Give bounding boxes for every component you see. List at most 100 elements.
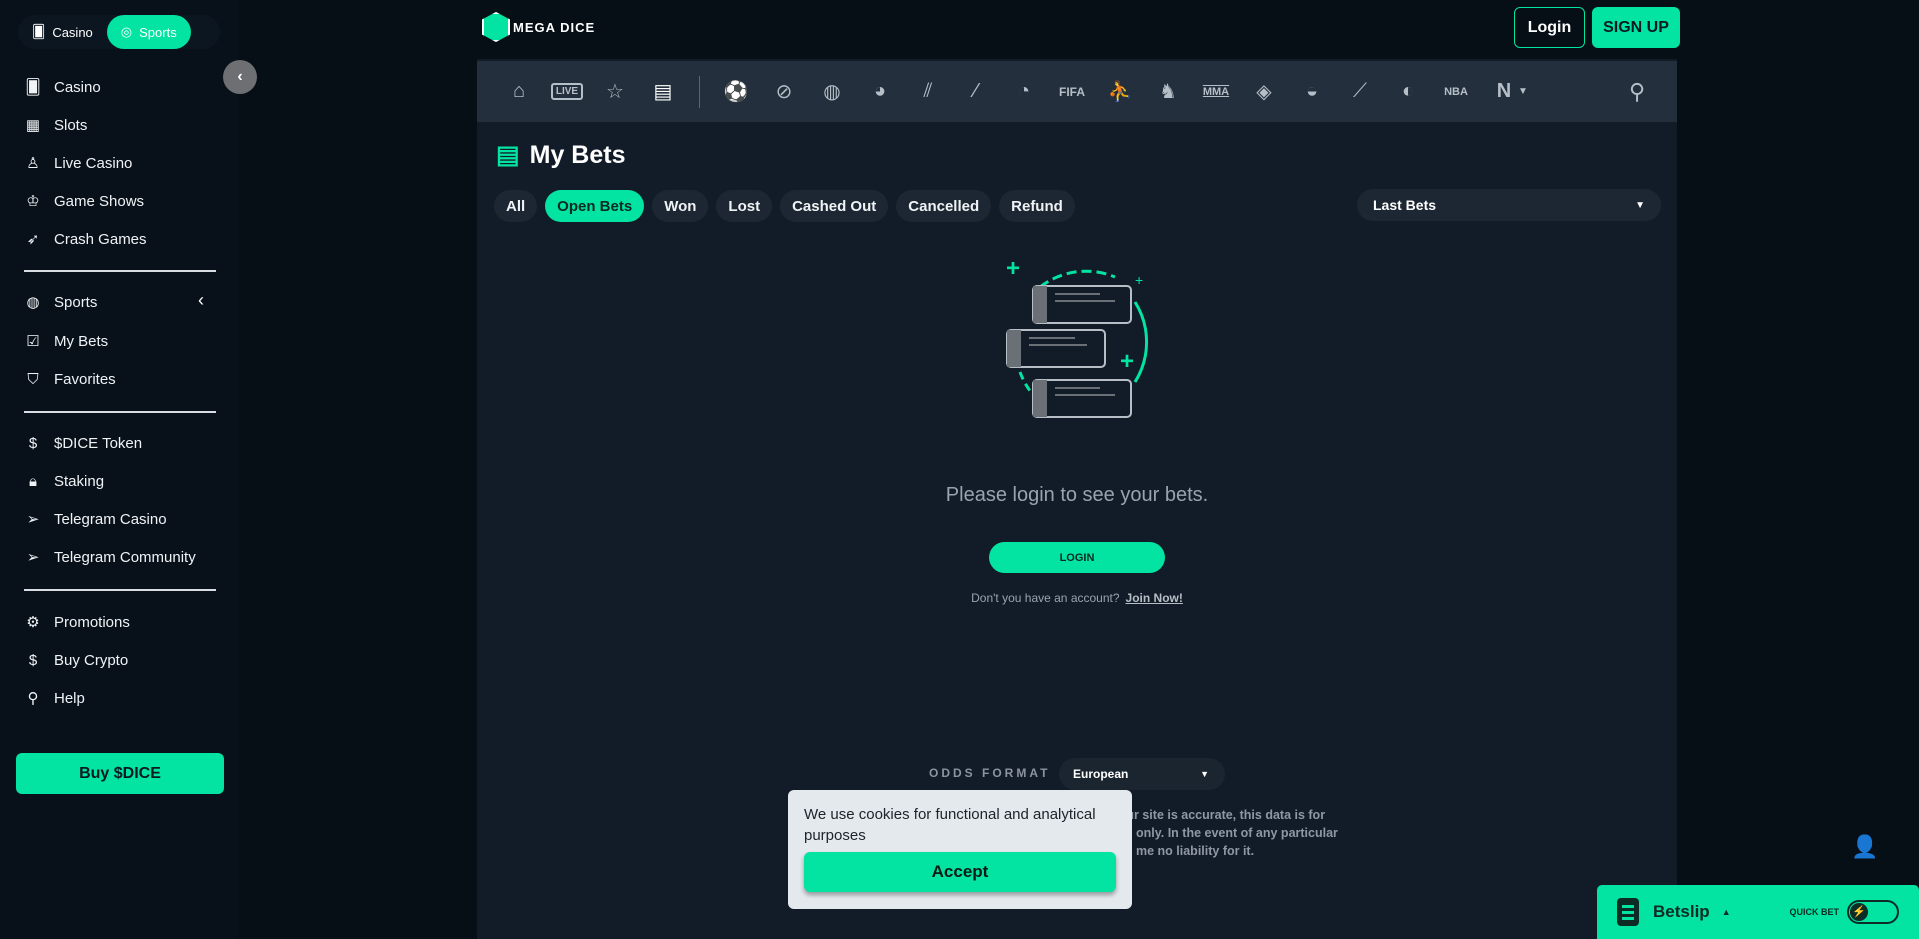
sidebar-item-live-casino[interactable]: ♙ Live Casino bbox=[22, 151, 217, 175]
boxing-icon[interactable]: ◈ bbox=[1240, 79, 1288, 104]
more-sports-chevron-icon[interactable]: ▼ bbox=[1518, 86, 1528, 97]
no-account-text: Don't you have an account? bbox=[971, 591, 1120, 605]
divider bbox=[24, 270, 216, 272]
sidebar-item-my-bets[interactable]: ☑ My Bets bbox=[22, 329, 217, 353]
cards-icon: 🂠 bbox=[25, 79, 41, 96]
volleyball-icon[interactable]: ◒ bbox=[1288, 80, 1336, 103]
page-title-text: My Bets bbox=[529, 140, 626, 169]
support-agent-icon[interactable]: 👤 bbox=[1851, 834, 1878, 860]
logo[interactable]: MEGA DICE bbox=[482, 12, 595, 42]
filter-tab-all[interactable]: All bbox=[494, 190, 538, 222]
filter-tab-cashed-out[interactable]: Cashed Out bbox=[780, 190, 889, 222]
sidebar-item-game-shows[interactable]: ♔ Game Shows bbox=[22, 189, 217, 213]
sports-expand-chevron-icon[interactable]: ‹ bbox=[198, 290, 204, 311]
sidebar-item-label: Telegram Casino bbox=[54, 510, 167, 528]
sidebar-item-label: Live Casino bbox=[54, 154, 133, 172]
sort-select[interactable]: Last Bets ▼ bbox=[1357, 189, 1661, 221]
sidebar-item-dice-token[interactable]: $ $DICE Token bbox=[22, 431, 217, 455]
signup-button[interactable]: SIGN UP bbox=[1592, 7, 1680, 48]
casino-sports-toggle: 🂠 Casino ◎ Sports bbox=[18, 15, 220, 49]
filter-tab-open-bets[interactable]: Open Bets bbox=[545, 190, 645, 222]
odds-format-select[interactable]: European ▼ bbox=[1059, 758, 1225, 790]
logo-icon bbox=[482, 12, 510, 42]
nba2k-icon[interactable]: NBA bbox=[1432, 86, 1480, 98]
toggle-casino[interactable]: 🂠 Casino bbox=[18, 15, 107, 49]
filter-tab-refund[interactable]: Refund bbox=[999, 190, 1075, 222]
odds-format-label: ODDS FORMAT bbox=[929, 766, 1051, 780]
buy-dice-button[interactable]: Buy $DICE bbox=[16, 753, 224, 794]
sidebar-item-staking[interactable]: 🔒︎ Staking bbox=[22, 469, 217, 493]
lock-icon: 🔒︎ bbox=[29, 472, 37, 490]
sidebar-item-buy-crypto[interactable]: $ Buy Crypto bbox=[22, 648, 217, 672]
receipt-icon: ☑ bbox=[26, 333, 40, 350]
betslip-label: Betslip bbox=[1653, 902, 1710, 921]
home-icon[interactable]: ⌂ bbox=[495, 80, 543, 103]
quick-bet-toggle[interactable]: ⚡ bbox=[1847, 900, 1899, 924]
dollar-coin-icon: $ bbox=[28, 434, 38, 452]
sidebar-item-sports[interactable]: ◍ Sports bbox=[22, 290, 217, 314]
tennis-icon[interactable]: ⊘ bbox=[760, 79, 808, 104]
gift-icon: ⚙ bbox=[26, 614, 40, 631]
collapse-sidebar-button[interactable]: ‹ bbox=[223, 60, 257, 94]
toggle-sports[interactable]: ◎ Sports bbox=[106, 15, 191, 49]
toggle-sports-label: Sports bbox=[139, 24, 177, 40]
american-football-icon[interactable]: ◕ bbox=[856, 80, 904, 103]
accept-cookies-button[interactable]: Accept bbox=[804, 852, 1116, 892]
search-icon[interactable]: ⚲ bbox=[1613, 79, 1661, 105]
disclaimer-line: me no liability for it. bbox=[1136, 844, 1255, 858]
sidebar-item-telegram-community[interactable]: ➢ Telegram Community bbox=[22, 545, 217, 569]
sidebar-item-label: Slots bbox=[54, 116, 88, 134]
basketball-icon[interactable]: ◍ bbox=[808, 79, 856, 104]
sidebar-item-favorites[interactable]: ⛉ Favorites bbox=[22, 367, 217, 391]
dollar-coin-icon: $ bbox=[28, 651, 38, 669]
join-now-link[interactable]: Join Now! bbox=[1126, 591, 1183, 605]
sidebar-item-crash-games[interactable]: ➶ Crash Games bbox=[22, 227, 217, 251]
betslip-bar[interactable]: Betslip ▲ QUICK BET ⚡ bbox=[1597, 885, 1919, 939]
hockey-icon[interactable]: ⫽ bbox=[904, 80, 952, 103]
chevron-down-icon: ▼ bbox=[1635, 199, 1645, 211]
sidebar-item-help[interactable]: ⚲ Help bbox=[22, 686, 217, 710]
betslip-icon bbox=[1617, 898, 1639, 926]
my-bets-icon: ▤ bbox=[496, 141, 520, 169]
filter-tab-cancelled[interactable]: Cancelled bbox=[896, 190, 992, 222]
svg-text:+: + bbox=[1120, 348, 1134, 375]
mma-icon[interactable]: MMA bbox=[1192, 86, 1240, 98]
rugby-icon[interactable]: ◐ bbox=[1384, 80, 1432, 103]
table-tennis-icon[interactable]: ◔ bbox=[1000, 80, 1048, 103]
sidebar-item-slots[interactable]: ▦ Slots bbox=[22, 113, 217, 137]
sidebar-item-label: Casino bbox=[54, 78, 101, 96]
disclaimer-text: on our site is accurate, this data is fo… bbox=[1100, 806, 1338, 860]
fifa-icon[interactable]: FIFA bbox=[1048, 85, 1096, 99]
my-bets-icon[interactable]: ▤ bbox=[639, 79, 687, 104]
search-icon: ⚲ bbox=[27, 690, 39, 707]
sidebar-item-promotions[interactable]: ⚙ Promotions bbox=[22, 610, 217, 634]
sidebar-item-casino[interactable]: 🂠 Casino bbox=[22, 75, 217, 99]
sidebar-item-label: Help bbox=[54, 689, 85, 707]
disclaimer-line: on our site is accurate, this data is fo… bbox=[1100, 808, 1326, 822]
sidebar-item-label: My Bets bbox=[54, 332, 109, 350]
live-icon[interactable]: LIVE bbox=[543, 83, 591, 100]
login-button[interactable]: Login bbox=[1514, 7, 1585, 48]
baseball-icon[interactable]: ⁄ bbox=[952, 80, 1000, 103]
star-icon[interactable]: ☆ bbox=[591, 79, 639, 104]
basketball-icon: ◍ bbox=[26, 294, 40, 311]
lightning-icon: ⚡ bbox=[1850, 903, 1868, 921]
svg-text:+: + bbox=[1006, 262, 1020, 282]
cards-icon: 🂠 bbox=[32, 24, 46, 39]
soccer-icon[interactable]: ⚽ bbox=[712, 79, 760, 104]
empty-bets-illustration: + + + bbox=[1006, 262, 1149, 418]
login-cta-button[interactable]: LOGIN bbox=[989, 542, 1165, 573]
bet-filter-tabs: All Open Bets Won Lost Cashed Out Cancelled Re… bbox=[494, 190, 1075, 222]
telegram-icon: ➢ bbox=[26, 511, 40, 528]
counter-strike-icon[interactable]: ⛹ bbox=[1096, 79, 1144, 104]
sidebar-item-telegram-casino[interactable]: ➢ Telegram Casino bbox=[22, 507, 217, 531]
filter-tab-won[interactable]: Won bbox=[652, 190, 709, 222]
crown-icon: ♔ bbox=[26, 193, 40, 210]
slot-machine-icon: ▦ bbox=[25, 117, 41, 134]
filter-tab-lost[interactable]: Lost bbox=[716, 190, 773, 222]
page-title: ▤ My Bets bbox=[496, 140, 626, 170]
badminton-icon[interactable]: ⟋ bbox=[1336, 80, 1384, 103]
sidebar-item-label: Crash Games bbox=[54, 230, 147, 248]
horse-racing-icon[interactable]: ♞ bbox=[1144, 79, 1192, 104]
logo-text: MEGA DICE bbox=[513, 19, 596, 35]
